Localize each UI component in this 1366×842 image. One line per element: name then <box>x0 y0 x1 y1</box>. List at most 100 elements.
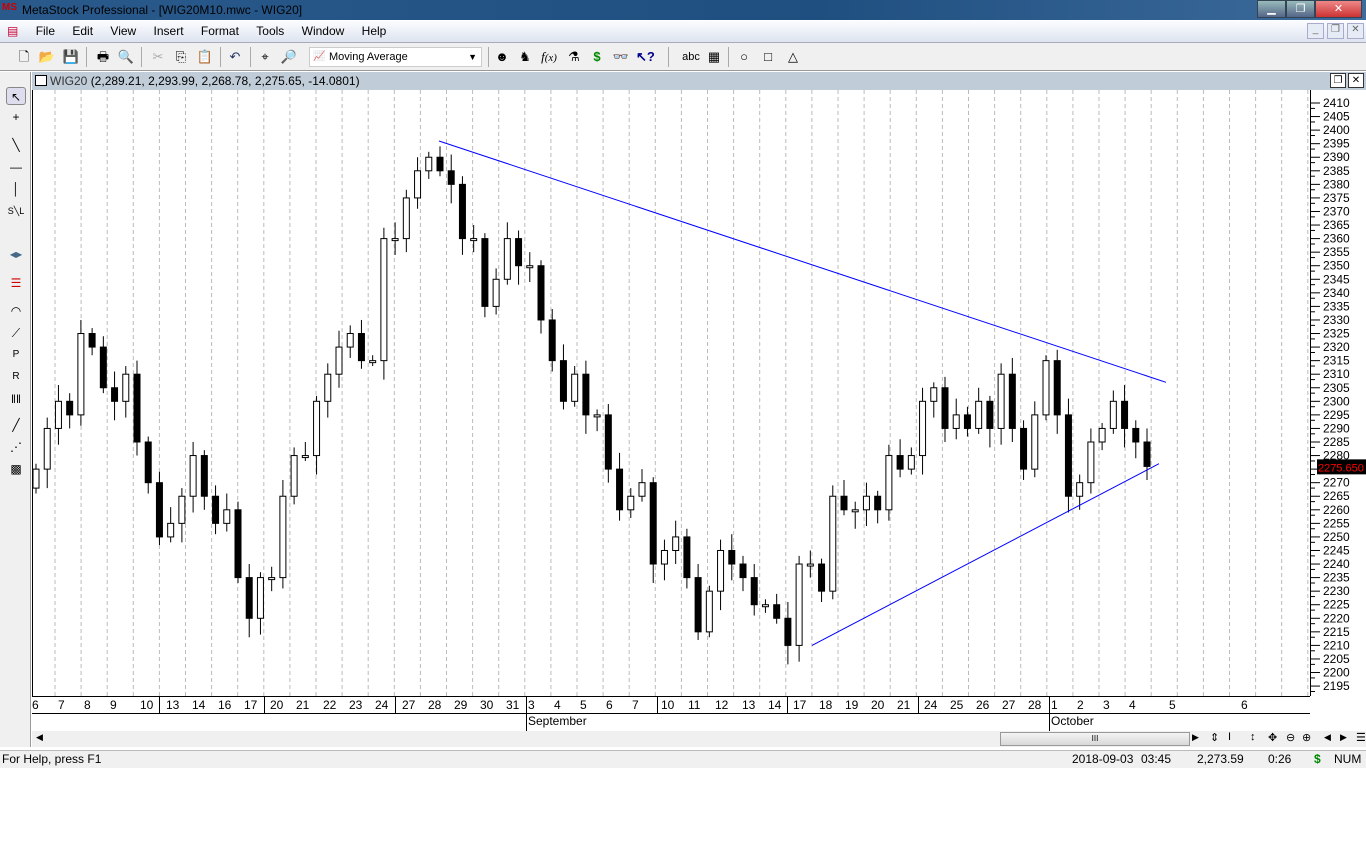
open-icon[interactable]: 📂 <box>38 48 56 66</box>
undo-icon[interactable]: ↶ <box>226 48 244 66</box>
ellipse-icon[interactable]: ○ <box>735 48 753 66</box>
candle-body <box>818 563 826 592</box>
zoom-out-icon[interactable]: ⊖ <box>1286 731 1295 744</box>
print-preview-icon[interactable]: 🔍 <box>117 48 135 66</box>
cursor-icon[interactable]: I <box>1228 731 1231 743</box>
price-label: 2270 <box>1323 476 1350 490</box>
crosshair-tool-icon[interactable]: + <box>6 108 26 126</box>
date-axis-divider <box>32 713 1310 714</box>
fan-lines-icon[interactable]: ⟋ <box>6 324 26 342</box>
candle-body <box>380 238 388 362</box>
price-label: 2400 <box>1323 123 1350 137</box>
close-button[interactable]: ✕ <box>1315 0 1362 18</box>
date-label: 20 <box>871 698 885 712</box>
chart-close-button[interactable]: ✕ <box>1348 73 1364 88</box>
indicator-lines-icon[interactable]: ☰ <box>6 274 26 292</box>
refresh-scale-icon[interactable]: ⇕ <box>1210 731 1219 744</box>
copy-icon[interactable]: ⎘ <box>172 48 190 66</box>
vertical-line-icon[interactable]: │ <box>6 180 26 198</box>
scroll-left-icon[interactable]: ◀ <box>36 732 43 743</box>
menu-insert[interactable]: Insert <box>147 21 191 41</box>
trendline-icon[interactable]: ╲ <box>6 136 26 154</box>
menu-file[interactable]: File <box>29 21 62 41</box>
candle-body <box>458 183 466 240</box>
pointer-icon[interactable]: ↖ <box>6 87 26 105</box>
percent-lines-icon[interactable]: P <box>6 346 26 364</box>
page-left-icon[interactable]: ◀ <box>1324 732 1331 743</box>
candle-body <box>425 156 433 172</box>
grid-icon[interactable]: ▦ <box>705 48 723 66</box>
candle-body <box>616 468 624 511</box>
scroll-arrows-icon[interactable]: ◀▶ <box>6 246 26 264</box>
price-label: 2305 <box>1323 381 1350 395</box>
binoculars-icon[interactable]: 👓 <box>612 48 630 66</box>
help-pointer-icon[interactable]: ↖? <box>636 48 655 66</box>
speed-lines-icon[interactable]: ⋰ <box>6 438 26 456</box>
paste-icon[interactable]: 📋 <box>196 48 214 66</box>
price-chart[interactable]: 2410240524002395239023852380237523702365… <box>32 90 1366 696</box>
save-icon[interactable]: 💾 <box>62 48 80 66</box>
horizontal-line-icon[interactable]: — <box>6 158 26 176</box>
system-tester-icon[interactable]: ⚗ <box>565 48 583 66</box>
menu-window[interactable]: Window <box>295 21 352 41</box>
chart-restore-button[interactable]: ❐ <box>1330 73 1346 88</box>
price-label: 2300 <box>1323 394 1350 408</box>
zoom-icon[interactable]: 🔎 <box>280 48 298 66</box>
menu-view[interactable]: View <box>103 21 143 41</box>
price-label: 2350 <box>1323 259 1350 273</box>
expert-advisor-icon[interactable]: ☻ <box>493 48 511 66</box>
price-label: 2315 <box>1323 354 1350 368</box>
candle-body <box>694 577 702 633</box>
mdi-restore-button[interactable]: ❐ <box>1327 23 1344 39</box>
price-label: 2390 <box>1323 150 1350 164</box>
menu-format[interactable]: Format <box>194 21 246 41</box>
menu-help[interactable]: Help <box>355 21 394 41</box>
retracement-icon[interactable]: R <box>6 368 26 386</box>
menu-edit[interactable]: Edit <box>65 21 100 41</box>
crosshair-icon[interactable]: ⌖ <box>256 48 274 66</box>
price-label: 2255 <box>1323 516 1350 530</box>
indicator-select[interactable]: 📈 Moving Average ▼ <box>309 47 482 67</box>
mdi-minimize-button[interactable]: _ <box>1307 23 1324 39</box>
line-icon[interactable]: ╱ <box>6 416 26 434</box>
fibonacci-arcs-icon[interactable]: ◠ <box>6 302 26 320</box>
cycle-lines-icon[interactable]: ‖‖ <box>6 390 26 408</box>
rectangle-icon[interactable]: □ <box>759 48 777 66</box>
mdi-close-button[interactable]: ✕ <box>1347 23 1364 39</box>
horizontal-scrollbar[interactable]: ◀ III ▶ ⇕ I ↕ ✥ ⊖ ⊕ ◀ ▶ ☰ <box>32 731 1366 747</box>
last-price-label: 2275.650 <box>1318 462 1364 474</box>
minimize-button[interactable]: ▁ <box>1257 0 1286 18</box>
date-label: 27 <box>1002 698 1016 712</box>
explorer-icon[interactable]: ♞ <box>516 48 534 66</box>
mdi-doc-icon[interactable]: ▤ <box>0 21 25 41</box>
month-label: October <box>1051 714 1094 728</box>
candle-body <box>705 590 713 633</box>
cut-icon[interactable]: ✂ <box>149 48 167 66</box>
scroll-right-icon[interactable]: ▶ <box>1192 732 1199 743</box>
candle-body <box>907 455 915 470</box>
triangle-icon[interactable]: △ <box>784 48 802 66</box>
maximize-button[interactable]: ❐ <box>1286 0 1315 18</box>
candle-body <box>313 400 321 457</box>
formula-icon[interactable]: f(x) <box>540 48 558 66</box>
gann-grid-icon[interactable]: ▩ <box>6 460 26 478</box>
zoom-in-icon[interactable]: ⊕ <box>1302 731 1311 744</box>
new-icon[interactable]: 🗋 <box>15 48 33 66</box>
menu-lines-icon[interactable]: ☰ <box>1356 731 1366 744</box>
text-tool-button[interactable]: abc <box>680 48 702 66</box>
print-icon[interactable]: 🖶 <box>94 48 112 66</box>
scrollbar-thumb[interactable]: III <box>1000 732 1190 746</box>
ohlc-values: (2,289.21, 2,293.99, 2,268.78, 2,275.65,… <box>90 74 360 88</box>
candle-body <box>649 482 657 565</box>
dollar-icon[interactable]: $ <box>588 48 606 66</box>
candle-body <box>1121 400 1129 429</box>
page-right-icon[interactable]: ▶ <box>1340 732 1347 743</box>
vertical-resize-icon[interactable]: ↕ <box>1250 731 1256 743</box>
menu-tools[interactable]: Tools <box>249 21 291 41</box>
move-icon[interactable]: ✥ <box>1268 731 1277 744</box>
candle-body <box>784 617 792 646</box>
support-resistance-icon[interactable]: S╲L <box>6 202 26 220</box>
drawing-toolbar: ↖ + ╲ — │ S╲L ◀▶ ☰ ◠ ⟋ P R ‖‖ ╱ ⋰ ▩ <box>0 72 31 747</box>
date-label: 23 <box>349 698 363 712</box>
candle-body <box>1053 360 1061 416</box>
